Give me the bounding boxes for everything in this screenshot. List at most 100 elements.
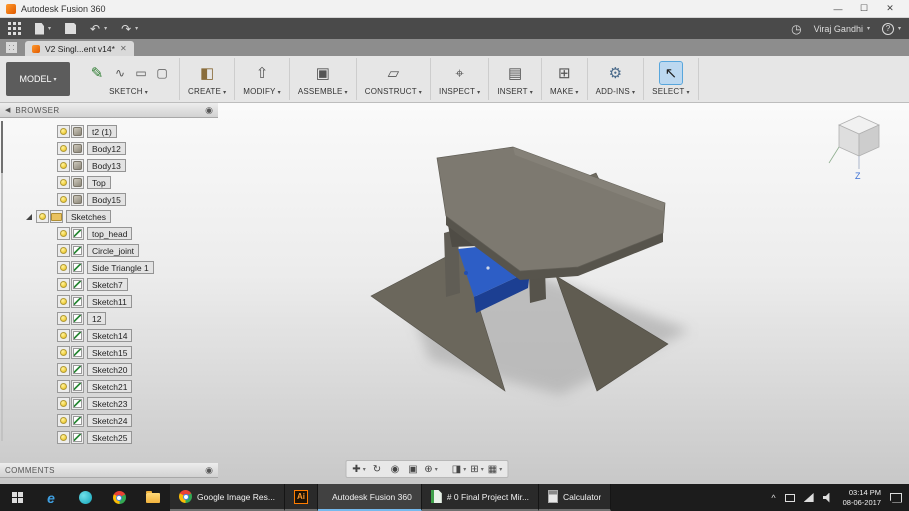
viewports-icon[interactable]: ▦	[488, 462, 503, 476]
select-menu[interactable]: SELECT	[652, 87, 690, 96]
browser-scrollbar[interactable]	[1, 121, 3, 441]
look-at-icon[interactable]: ◉	[388, 462, 403, 476]
close-button[interactable]: ✕	[877, 0, 903, 17]
visibility-cell[interactable]	[57, 125, 70, 138]
display-settings-icon[interactable]: ◨	[452, 462, 467, 476]
taskbar-edge-button[interactable]: e	[34, 484, 68, 511]
taskbar-explorer-button[interactable]	[136, 484, 170, 511]
network-icon[interactable]	[784, 493, 795, 502]
browser-tree-item[interactable]: Circle_joint	[0, 242, 218, 259]
visibility-cell[interactable]	[57, 142, 70, 155]
start-button[interactable]	[0, 484, 34, 511]
make-menu[interactable]: MAKE	[550, 87, 579, 96]
node-label[interactable]: Body12	[87, 142, 126, 155]
pan-icon[interactable]: ✚	[352, 462, 367, 476]
file-menu[interactable]	[35, 22, 51, 35]
grid-layout-icon[interactable]: ⊞	[470, 462, 485, 476]
browser-tree-item[interactable]: Sketch14	[0, 327, 218, 344]
data-panel-toggle[interactable]	[8, 22, 21, 35]
browser-tree-item[interactable]: Body15	[0, 191, 218, 208]
modify-menu[interactable]: MODIFY	[243, 87, 281, 96]
slot-icon[interactable]: ▭	[132, 64, 150, 82]
addins-menu[interactable]: ADD-INS	[596, 87, 636, 96]
visibility-cell[interactable]	[57, 380, 70, 393]
assemble-menu[interactable]: ASSEMBLE	[298, 87, 348, 96]
browser-tree-item[interactable]: Sketch21	[0, 378, 218, 395]
browser-options-icon[interactable]: ◉	[205, 105, 213, 116]
create-sketch-icon[interactable]: ✎	[86, 62, 108, 84]
zoom-window-icon[interactable]: ▣	[406, 462, 421, 476]
taskbar-window-button[interactable]: Ai	[284, 484, 318, 511]
visibility-cell[interactable]	[57, 329, 70, 342]
user-menu[interactable]: Viraj Gandhi	[814, 24, 870, 34]
browser-tree-item[interactable]: Sketch15	[0, 344, 218, 361]
visibility-cell[interactable]	[57, 261, 70, 274]
zoom-icon[interactable]: ⊕	[424, 462, 439, 476]
visibility-cell[interactable]	[57, 295, 70, 308]
node-label[interactable]: Sketch21	[87, 380, 133, 393]
maximize-button[interactable]: ☐	[851, 0, 877, 17]
undo-button[interactable]: ↶	[90, 23, 107, 35]
tab-close-icon[interactable]: ✕	[120, 44, 127, 53]
browser-tree-item[interactable]: t2 (1)	[0, 123, 218, 140]
make-icon[interactable]: ⊞	[553, 62, 575, 84]
visibility-cell[interactable]	[57, 397, 70, 410]
visibility-cell[interactable]	[57, 431, 70, 444]
modify-icon[interactable]: ⇧	[251, 62, 273, 84]
taskbar-teal-app-button[interactable]	[68, 484, 102, 511]
show-data-panel-icon[interactable]	[6, 42, 17, 53]
minimize-button[interactable]: —	[825, 0, 851, 17]
node-label[interactable]: top_head	[87, 227, 133, 240]
node-label[interactable]: Sketch24	[87, 414, 133, 427]
expander-icon[interactable]	[26, 213, 32, 220]
browser-tree-item[interactable]: Body12	[0, 140, 218, 157]
insert-icon[interactable]: ▤	[504, 62, 526, 84]
visibility-cell[interactable]	[57, 278, 70, 291]
job-status-icon[interactable]: ◷	[791, 23, 801, 35]
node-label[interactable]: Sketch11	[87, 295, 132, 308]
browser-tree-item[interactable]: Body13	[0, 157, 218, 174]
taskbar-window-button[interactable]: # 0 Final Project Mir...	[421, 484, 540, 511]
workspace-menu-button[interactable]: MODEL	[6, 62, 70, 96]
node-label[interactable]: Sketch23	[87, 397, 133, 410]
node-label[interactable]: 12	[87, 312, 107, 325]
view-cube[interactable]: Z	[817, 107, 897, 187]
visibility-cell[interactable]	[57, 244, 70, 257]
visibility-cell[interactable]	[57, 176, 70, 189]
save-button[interactable]	[65, 23, 77, 34]
inspect-menu[interactable]: INSPECT	[439, 87, 480, 96]
browser-tree-item[interactable]: Top	[0, 174, 218, 191]
browser-tree-item[interactable]: Side Triangle 1	[0, 259, 218, 276]
visibility-cell[interactable]	[57, 414, 70, 427]
node-label[interactable]: Sketch7	[87, 278, 128, 291]
browser-tree-item[interactable]: Sketch20	[0, 361, 218, 378]
redo-button[interactable]: ↷	[121, 23, 138, 35]
browser-tree-item[interactable]: Sketches	[0, 208, 218, 225]
browser-tree-item[interactable]: Sketch24	[0, 412, 218, 429]
browser-tree-item[interactable]: Sketch11	[0, 293, 218, 310]
rectangle-icon[interactable]: ▢	[153, 64, 171, 82]
node-label[interactable]: Circle_joint	[87, 244, 140, 257]
visibility-cell[interactable]	[57, 193, 70, 206]
browser-tree-item[interactable]: Sketch7	[0, 276, 218, 293]
browser-tree-item[interactable]: top_head	[0, 225, 218, 242]
taskbar-window-button[interactable]: Calculator	[539, 484, 612, 511]
tray-chevron-icon[interactable]: ^	[771, 493, 775, 503]
visibility-cell[interactable]	[57, 159, 70, 172]
browser-tree-item[interactable]: Sketch25	[0, 429, 218, 446]
clock[interactable]: 03:14 PM 08-06-2017	[843, 488, 881, 507]
browser-tree-item[interactable]: 12	[0, 310, 218, 327]
signal-icon[interactable]	[803, 493, 814, 502]
speaker-icon[interactable]	[822, 492, 830, 503]
scrollbar-thumb[interactable]	[1, 121, 3, 173]
node-label[interactable]: Sketches	[66, 210, 111, 223]
visibility-cell[interactable]	[57, 312, 70, 325]
visibility-cell[interactable]	[57, 363, 70, 376]
taskbar-window-button[interactable]: Autodesk Fusion 360	[317, 484, 422, 511]
create-icon[interactable]: ◧	[196, 62, 218, 84]
assemble-icon[interactable]: ▣	[312, 62, 334, 84]
comments-header[interactable]: COMMENTS ◉	[0, 463, 218, 478]
action-center-icon[interactable]	[890, 492, 902, 503]
node-label[interactable]: Body15	[87, 193, 126, 206]
select-cursor-icon[interactable]: ↖	[658, 61, 683, 85]
